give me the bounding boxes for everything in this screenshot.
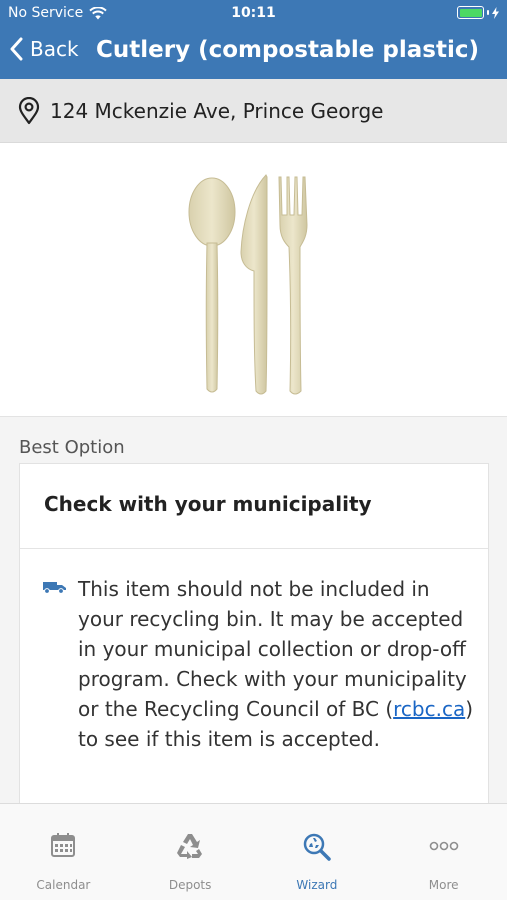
charging-bolt-icon bbox=[492, 6, 499, 19]
nav-bar: Back Cutlery (compostable plastic) bbox=[0, 28, 507, 79]
more-dots-icon bbox=[429, 841, 458, 851]
top-header: No Service 10:11 Back Cutlery (compostab… bbox=[0, 0, 507, 79]
tab-wizard[interactable]: Wizard bbox=[254, 804, 381, 900]
tab-calendar[interactable]: Calendar bbox=[0, 804, 127, 900]
calendar-icon bbox=[51, 833, 76, 857]
tab-label: More bbox=[428, 878, 459, 892]
address-text: 124 Mckenzie Ave, Prince George bbox=[50, 98, 384, 123]
chevron-left-icon bbox=[10, 37, 23, 61]
tab-more[interactable]: More bbox=[380, 804, 507, 900]
page-title: Cutlery (compostable plastic) bbox=[96, 37, 479, 63]
tab-label: Wizard bbox=[296, 878, 338, 892]
tab-depots[interactable]: Depots bbox=[127, 804, 254, 900]
wizard-search-icon bbox=[303, 833, 331, 861]
address-bar[interactable]: 124 Mckenzie Ave, Prince George bbox=[0, 79, 507, 143]
recycle-icon bbox=[177, 834, 203, 859]
card-title: Check with your municipality bbox=[44, 492, 372, 516]
truck-icon bbox=[43, 582, 66, 594]
tab-label: Calendar bbox=[36, 878, 91, 892]
best-option-label: Best Option bbox=[19, 437, 125, 458]
tab-bar: Calendar Depots Wizard More bbox=[0, 803, 507, 900]
card-divider bbox=[20, 548, 488, 549]
best-option-card: Check with your municipality This item s… bbox=[19, 463, 489, 803]
location-pin-icon bbox=[18, 96, 40, 124]
back-label: Back bbox=[30, 37, 79, 61]
status-time: 10:11 bbox=[231, 5, 276, 21]
tab-label: Depots bbox=[168, 878, 212, 892]
compostable-cutlery-illustration bbox=[188, 174, 308, 395]
item-image bbox=[0, 155, 507, 417]
status-bar: No Service 10:11 bbox=[0, 0, 507, 28]
content-area[interactable]: Best Option Check with your municipality… bbox=[0, 417, 507, 803]
rcbc-link[interactable]: rcbc.ca bbox=[393, 697, 465, 721]
back-button[interactable]: Back bbox=[10, 37, 79, 61]
card-description: This item should not be included in your… bbox=[78, 574, 474, 754]
card-body: This item should not be included in your… bbox=[42, 574, 474, 754]
battery-icon bbox=[457, 6, 499, 19]
